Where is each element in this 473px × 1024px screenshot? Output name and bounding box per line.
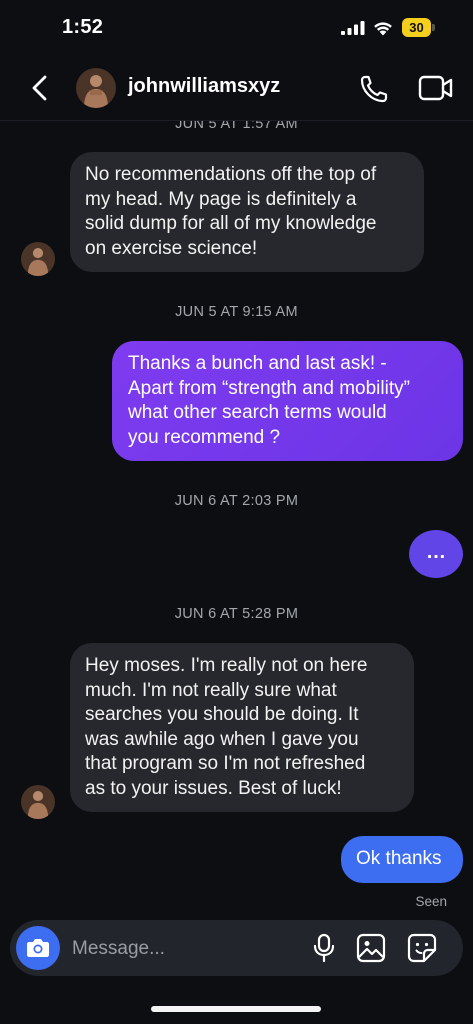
back-chevron-icon[interactable] bbox=[26, 71, 56, 105]
seen-indicator: Seen bbox=[415, 894, 447, 909]
avatar[interactable] bbox=[76, 68, 116, 108]
status-bar: 1:52 30 bbox=[0, 0, 473, 56]
home-indicator[interactable] bbox=[151, 1006, 321, 1012]
battery-level: 30 bbox=[409, 20, 424, 35]
timestamp: JUN 6 AT 5:28 PM bbox=[174, 606, 299, 622]
chat-header: johnwilliamsxyz bbox=[0, 56, 473, 121]
sender-avatar[interactable] bbox=[21, 785, 55, 819]
timestamp: JUN 6 AT 2:03 PM bbox=[174, 493, 299, 509]
sticker-icon[interactable] bbox=[406, 932, 438, 964]
chat-username[interactable]: johnwilliamsxyz bbox=[128, 75, 280, 98]
message-thread: JUN 5 AT 1:57 AM No recommendations off … bbox=[0, 120, 473, 920]
timestamp: JUN 5 AT 9:15 AM bbox=[175, 304, 298, 320]
message-input[interactable] bbox=[70, 928, 304, 970]
incoming-message[interactable]: Hey moses. I'm really not on here much. … bbox=[70, 643, 414, 812]
incoming-message[interactable]: No recommendations off the top of my hea… bbox=[70, 152, 424, 272]
camera-icon bbox=[27, 939, 49, 957]
outgoing-message[interactable]: Ok thanks bbox=[341, 836, 463, 883]
phone-icon[interactable] bbox=[358, 73, 390, 105]
video-camera-icon[interactable] bbox=[418, 73, 454, 103]
timestamp: JUN 5 AT 1:57 AM bbox=[175, 120, 298, 132]
signal-icon bbox=[341, 21, 365, 35]
battery-icon: 30 bbox=[402, 18, 436, 38]
camera-button[interactable] bbox=[16, 926, 60, 970]
microphone-icon[interactable] bbox=[310, 933, 338, 963]
sender-avatar[interactable] bbox=[21, 242, 55, 276]
gallery-icon[interactable] bbox=[356, 933, 386, 963]
message-composer bbox=[10, 920, 463, 976]
outgoing-message[interactable]: Thanks a bunch and last ask! - Apart fro… bbox=[112, 341, 463, 461]
status-time: 1:52 bbox=[62, 16, 104, 38]
wifi-icon bbox=[374, 22, 392, 36]
outgoing-message-dots[interactable]: … bbox=[409, 530, 463, 578]
